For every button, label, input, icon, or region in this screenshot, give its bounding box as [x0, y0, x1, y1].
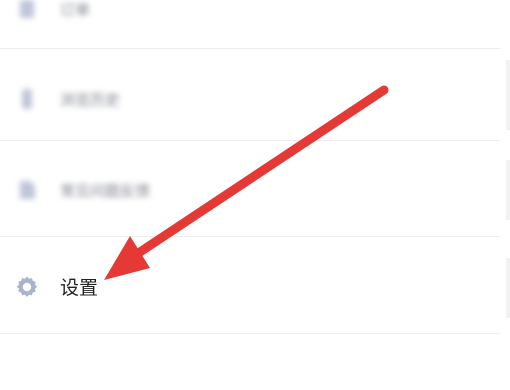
menu-item-settings[interactable]: 设置 [0, 260, 510, 320]
divider [0, 48, 500, 49]
settings-label: 设置 [60, 277, 99, 299]
menu-item-feedback[interactable]: 常见问题反馈 [0, 163, 510, 223]
menu-item-label: 浏览历史 [60, 91, 121, 109]
divider [0, 236, 500, 237]
feedback-icon [14, 177, 40, 203]
menu-item-history[interactable]: 浏览历史 [0, 72, 510, 132]
settings-menu-screen: 订单 浏览历史 常见问题反馈 设置 [0, 0, 510, 390]
divider [0, 140, 500, 141]
menu-item-label: 订单 [60, 1, 91, 19]
scroll-edge [506, 258, 510, 318]
gear-icon [14, 274, 40, 300]
scroll-edge [506, 60, 510, 130]
order-icon [14, 0, 40, 22]
history-icon [14, 86, 40, 112]
divider [0, 333, 500, 334]
menu-item-orders[interactable]: 订单 [0, 0, 510, 42]
menu-item-label: 常见问题反馈 [60, 182, 151, 200]
scroll-edge [506, 160, 510, 220]
